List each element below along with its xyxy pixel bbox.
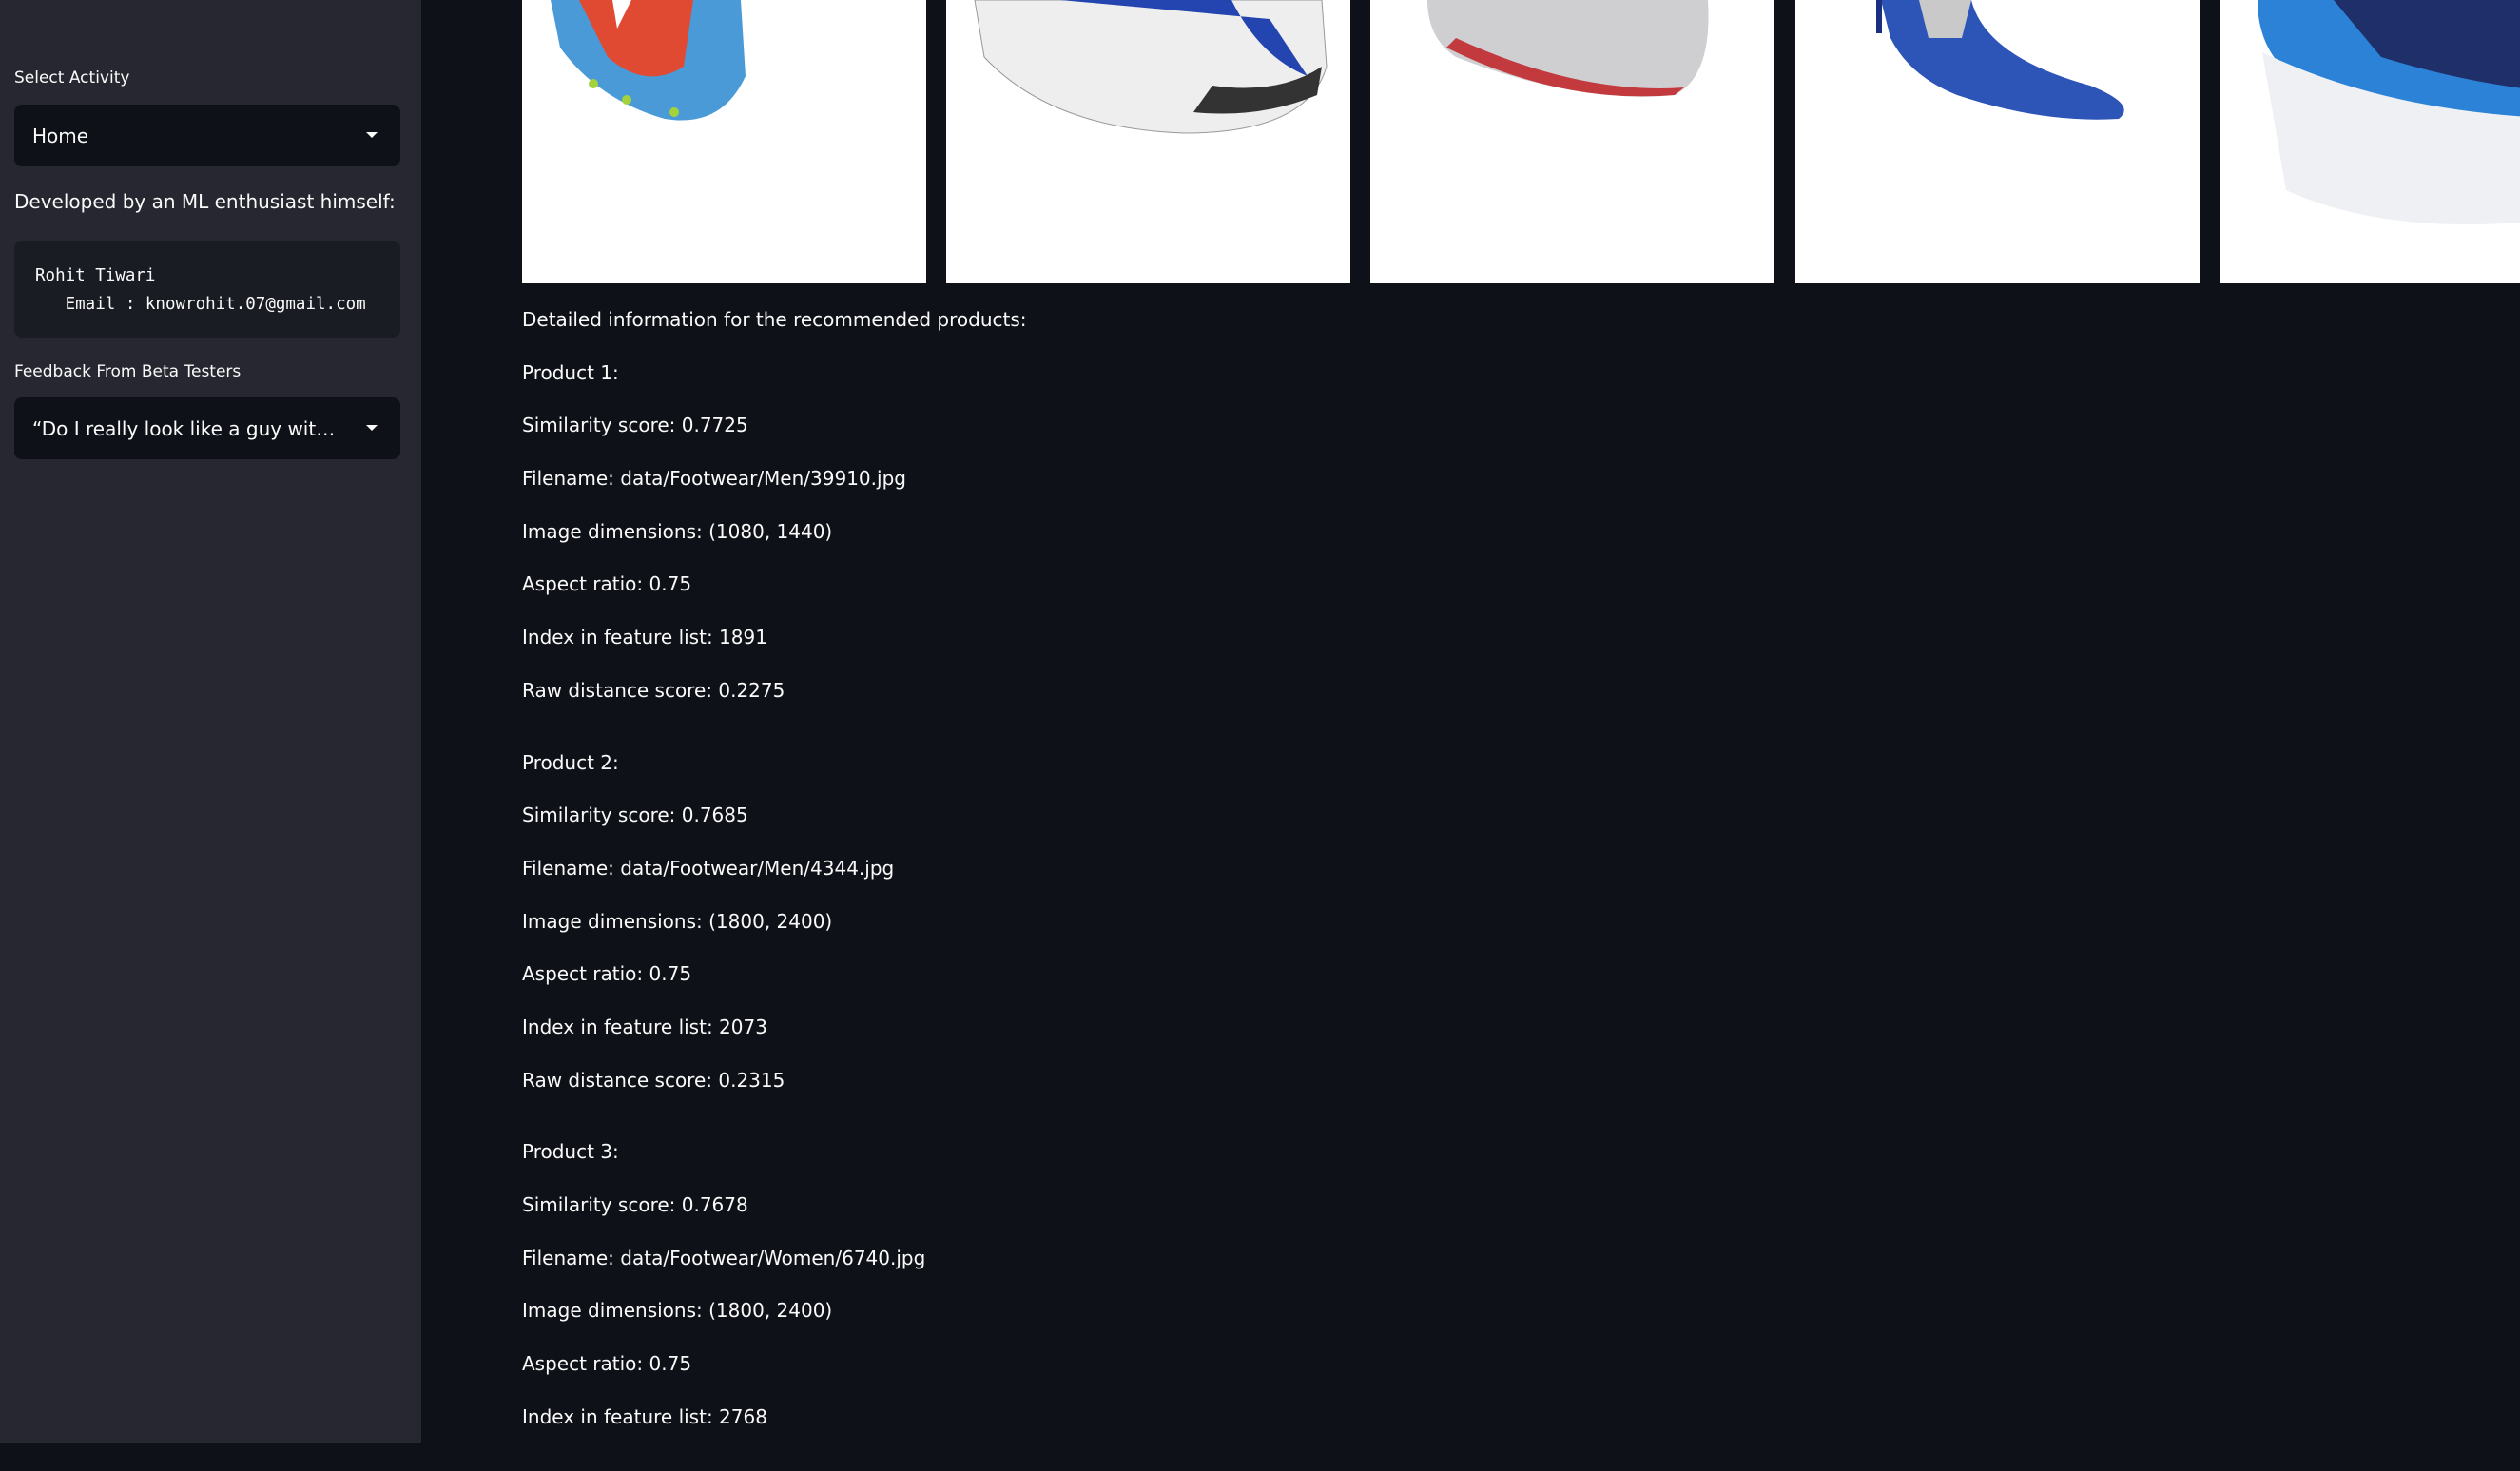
filename: Filename: data/Footwear/Men/39910.jpg bbox=[522, 467, 906, 491]
image-dimensions: Image dimensions: (1800, 2400) bbox=[522, 1299, 833, 1323]
sandal-icon bbox=[1876, 0, 2124, 120]
product-title: Product 1: bbox=[522, 360, 619, 384]
aspect-ratio: Aspect ratio: 0.75 bbox=[522, 962, 692, 986]
image-dimensions: Image dimensions: (1080, 1440) bbox=[522, 519, 833, 543]
similarity-score: Similarity score: 0.7678 bbox=[522, 1193, 748, 1216]
feedback-label: Feedback From Beta Testers bbox=[14, 362, 242, 381]
product-image-1 bbox=[522, 0, 926, 283]
raw-distance: Raw distance score: 0.2275 bbox=[522, 678, 785, 702]
product-1-details: Product 1: Similarity score: 0.7725 File… bbox=[522, 356, 1027, 726]
product-image-4 bbox=[1795, 0, 2200, 283]
details-heading: Detailed information for the recommended… bbox=[522, 308, 1027, 331]
feedback-value: “Do I really look like a guy with a plan… bbox=[32, 416, 343, 440]
feature-index: Index in feature list: 2073 bbox=[522, 1015, 767, 1038]
raw-distance: Raw distance score: 0.2315 bbox=[522, 1068, 785, 1092]
running-shoe-icon bbox=[2258, 0, 2520, 224]
product-details: Detailed information for the recommended… bbox=[522, 302, 1027, 1471]
select-activity-value: Home bbox=[32, 124, 89, 147]
product-title: Product 3: bbox=[522, 1140, 619, 1164]
aspect-ratio: Aspect ratio: 0.75 bbox=[522, 572, 692, 596]
running-shoe-icon bbox=[1427, 0, 1709, 97]
developer-code-block: Rohit Tiwari Email : knowrohit.07@gmail.… bbox=[14, 241, 400, 338]
feature-index: Index in feature list: 1891 bbox=[522, 626, 767, 649]
main-content: Detailed information for the recommended… bbox=[421, 0, 2520, 1443]
filename: Filename: data/Footwear/Women/6740.jpg bbox=[522, 1246, 926, 1269]
running-shoe-icon bbox=[974, 0, 1328, 134]
football-boot-icon bbox=[551, 0, 746, 121]
similarity-score: Similarity score: 0.7685 bbox=[522, 803, 748, 827]
feedback-dropdown[interactable]: “Do I really look like a guy with a plan… bbox=[14, 397, 400, 459]
product-2-details: Product 2: Similarity score: 0.7685 File… bbox=[522, 745, 1027, 1116]
sidebar: Select Activity Home Developed by an ML … bbox=[0, 0, 421, 1443]
developer-text: Developed by an ML enthusiast himself: bbox=[14, 190, 396, 213]
product-3-details: Product 3: Similarity score: 0.7678 File… bbox=[522, 1134, 1027, 1452]
product-image-2 bbox=[946, 0, 1350, 283]
chevron-down-icon bbox=[366, 132, 378, 138]
product-image-5 bbox=[2220, 0, 2520, 283]
product-title: Product 2: bbox=[522, 750, 619, 774]
product-image-3 bbox=[1370, 0, 1774, 283]
filename: Filename: data/Footwear/Men/4344.jpg bbox=[522, 856, 895, 880]
chevron-down-icon bbox=[366, 425, 378, 431]
feature-index: Index in feature list: 2768 bbox=[522, 1404, 767, 1428]
image-dimensions: Image dimensions: (1800, 2400) bbox=[522, 909, 833, 933]
select-activity-label: Select Activity bbox=[14, 68, 130, 87]
similarity-score: Similarity score: 0.7725 bbox=[522, 414, 748, 437]
aspect-ratio: Aspect ratio: 0.75 bbox=[522, 1352, 692, 1376]
select-activity-dropdown[interactable]: Home bbox=[14, 105, 400, 166]
